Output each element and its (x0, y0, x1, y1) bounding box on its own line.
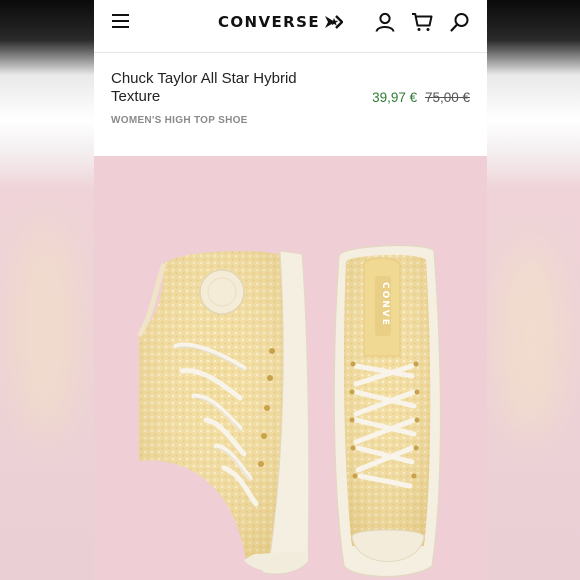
product-image[interactable]: CONVE (94, 156, 487, 580)
product-title: Chuck Taylor All Star Hybrid Texture (111, 70, 297, 105)
right-shoe: CONVE (333, 244, 442, 578)
left-shoe (136, 250, 310, 575)
mobile-page: CONVERSE Chuck Taylor All Star Hybrid Te… (94, 0, 487, 580)
chevron-star-icon (324, 15, 343, 29)
search-icon[interactable] (449, 11, 471, 33)
product-category: WOMEN'S HIGH TOP SHOE (111, 115, 248, 126)
price-block: 39,97 € 75,00 € (372, 90, 470, 105)
top-navigation-bar: CONVERSE (94, 0, 487, 53)
backdrop-glow (10, 220, 80, 440)
left-blurred-backdrop (0, 0, 94, 580)
right-blurred-backdrop (487, 0, 580, 580)
tongue-label-text: CONVE (380, 282, 390, 327)
brand-name: CONVERSE (218, 13, 320, 31)
user-icon[interactable] (374, 11, 396, 33)
hamburger-icon[interactable] (112, 14, 129, 30)
sale-price: 39,97 € (372, 90, 418, 105)
converse-logo[interactable]: CONVERSE (218, 11, 343, 33)
original-price: 75,00 € (424, 90, 470, 105)
backdrop-glow (495, 240, 565, 440)
product-info: Chuck Taylor All Star Hybrid Texture 39,… (94, 53, 487, 156)
cart-icon[interactable] (411, 11, 433, 33)
sneakers-illustration: CONVE (136, 244, 442, 578)
